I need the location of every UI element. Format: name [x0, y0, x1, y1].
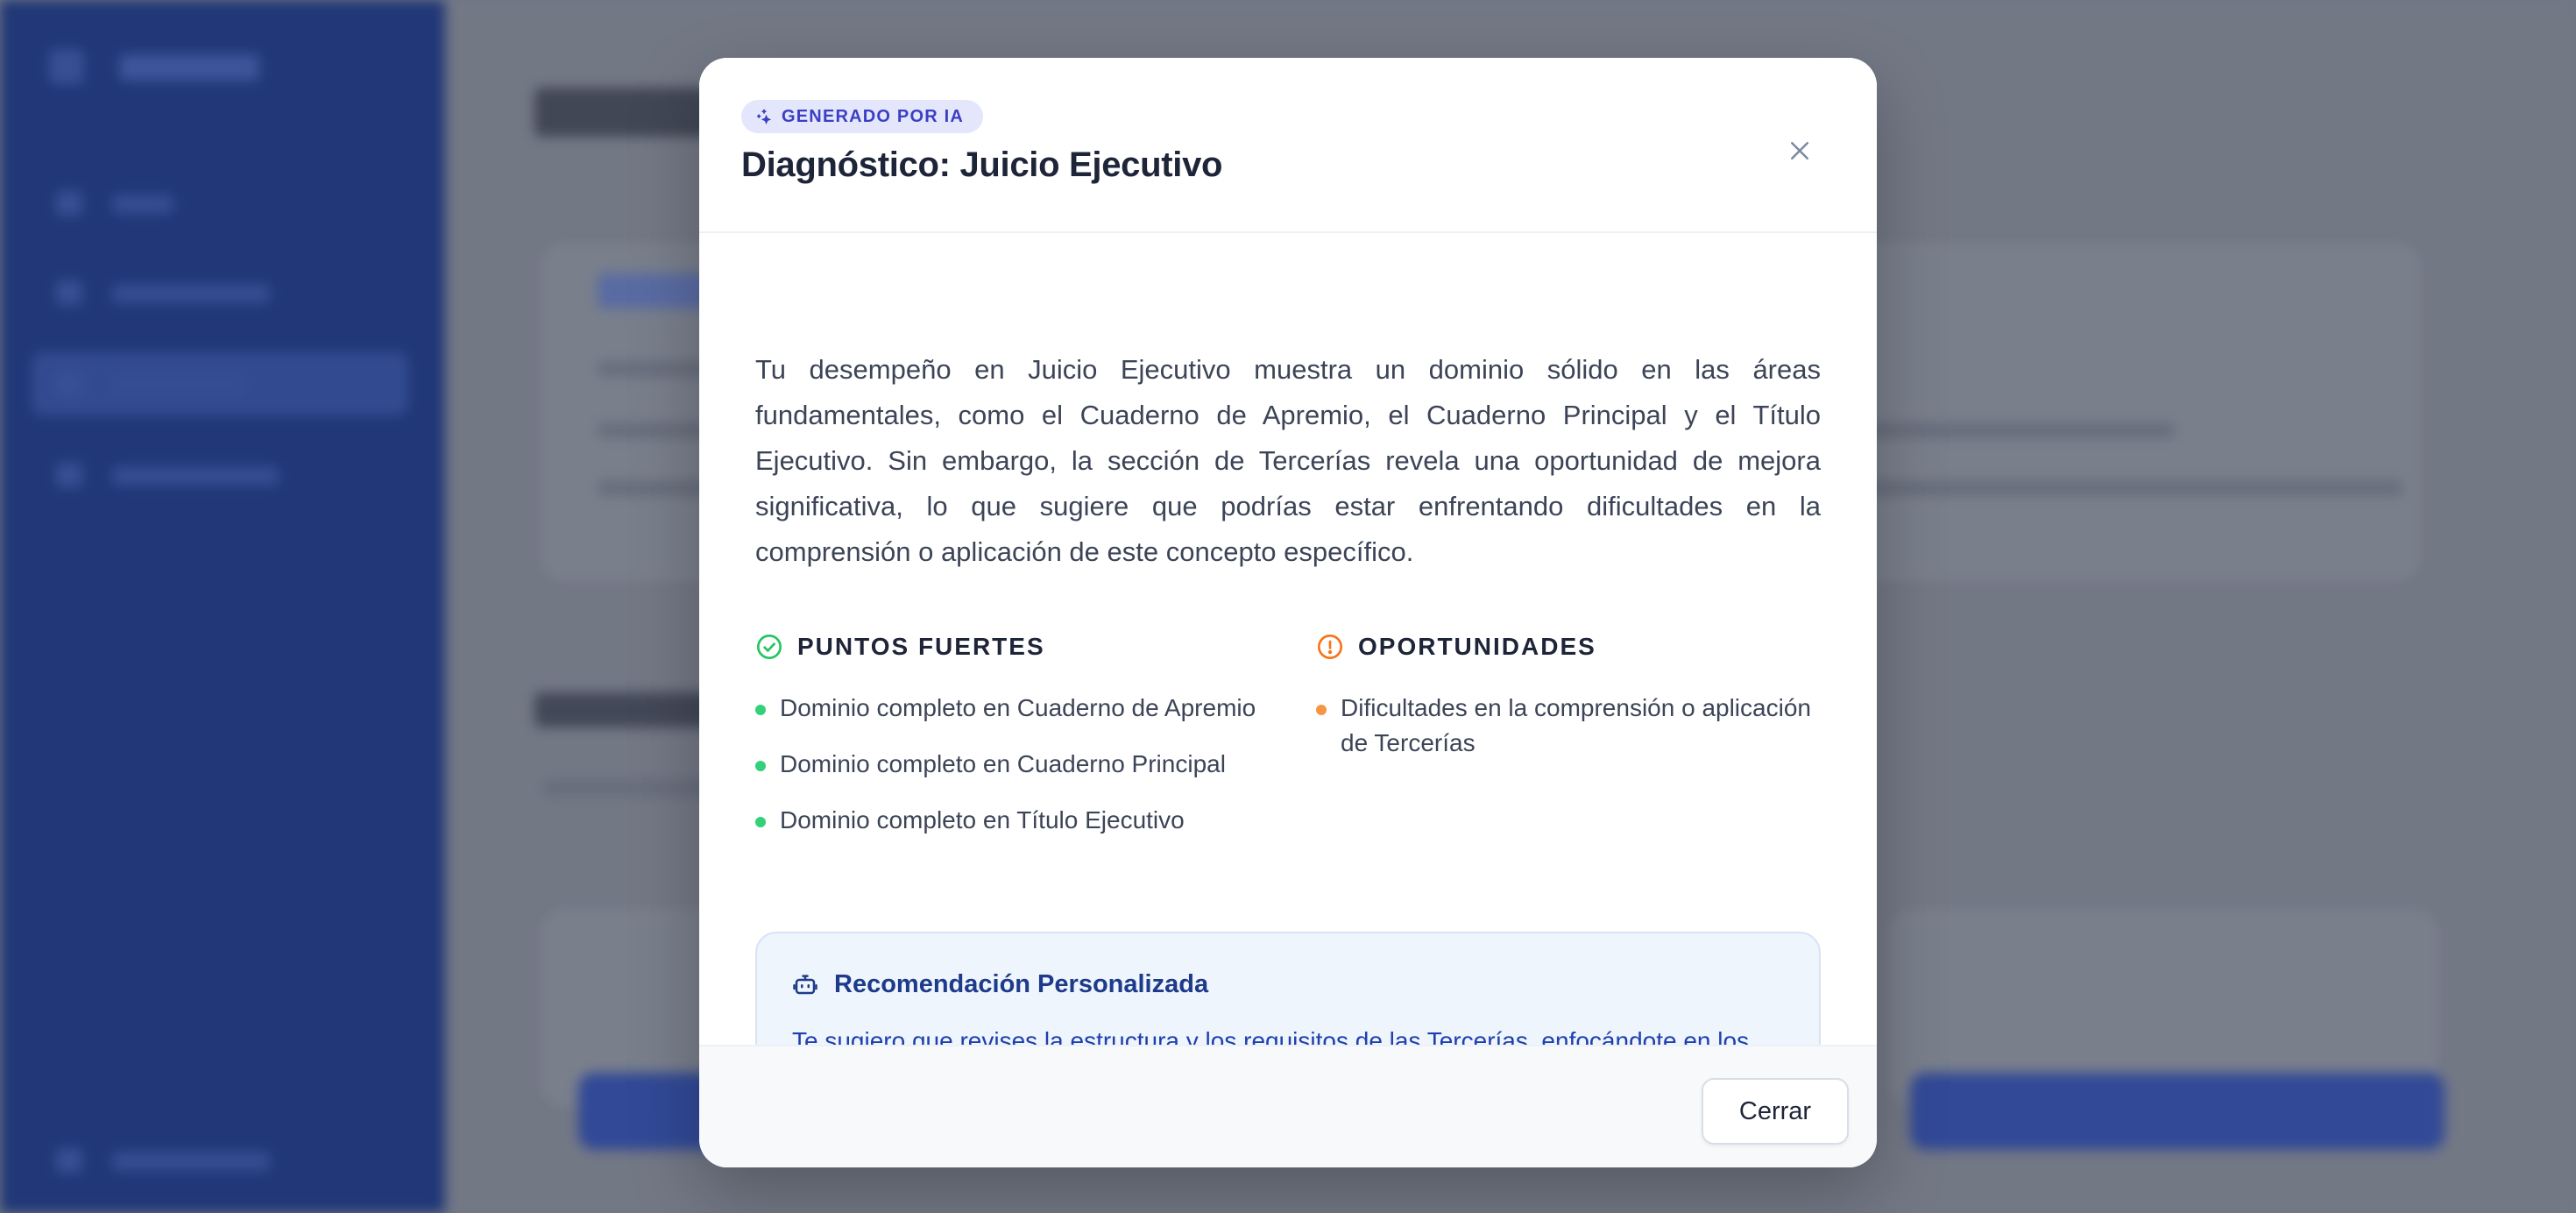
robot-icon: [793, 975, 817, 995]
opportunities-section: OPORTUNIDADES Dificultades en la compren…: [1316, 629, 1821, 782]
close-icon: [1791, 142, 1808, 160]
list-item: Dominio completo en Título Ejecutivo: [755, 803, 1281, 838]
diagnostic-summary: Tu desempeño en Juicio Ejecutivo muestra…: [755, 354, 1821, 567]
modal-title: Diagnóstico: Juicio Ejecutivo: [741, 145, 1223, 184]
strengths-list: Dominio completo en Cuaderno de Apremio …: [755, 691, 1281, 838]
close-button[interactable]: [1773, 124, 1826, 177]
ai-badge-label: GENERADO POR IA: [782, 106, 965, 126]
diagnostic-modal: GENERADO POR IA Diagnóstico: Juicio Ejec…: [699, 58, 1877, 1167]
opportunities-list: Dificultades en la comprensión o aplicac…: [1316, 691, 1821, 761]
recommendation-heading: Recomendación Personalizada: [834, 969, 1209, 998]
opportunities-header: OPORTUNIDADES: [1316, 629, 1821, 664]
list-item: Dominio completo en Cuaderno de Apremio: [755, 691, 1281, 726]
ai-generated-badge: GENERADO POR IA: [741, 100, 984, 133]
modal-body[interactable]: Tu desempeño en Juicio Ejecutivo muestra…: [699, 235, 1877, 1103]
check-circle-icon: [757, 635, 782, 659]
list-item: Dificultades en la comprensión o aplicac…: [1316, 691, 1821, 761]
alert-circle-icon: [1318, 635, 1342, 659]
recommendation-header: Recomendación Personalizada: [792, 967, 1784, 1002]
list-item: Dominio completo en Cuaderno Principal: [755, 747, 1281, 782]
modal-header: GENERADO POR IA Diagnóstico: Juicio Ejec…: [699, 58, 1877, 233]
sparkles-icon: [757, 109, 772, 124]
cerrar-button[interactable]: Cerrar: [1702, 1078, 1849, 1145]
opportunities-heading: OPORTUNIDADES: [1358, 633, 1596, 660]
strengths-heading: PUNTOS FUERTES: [797, 633, 1045, 660]
strengths-header: PUNTOS FUERTES: [755, 629, 1281, 664]
modal-footer: Cerrar: [699, 1045, 1877, 1167]
strengths-section: PUNTOS FUERTES Dominio completo en Cuade…: [755, 629, 1281, 859]
